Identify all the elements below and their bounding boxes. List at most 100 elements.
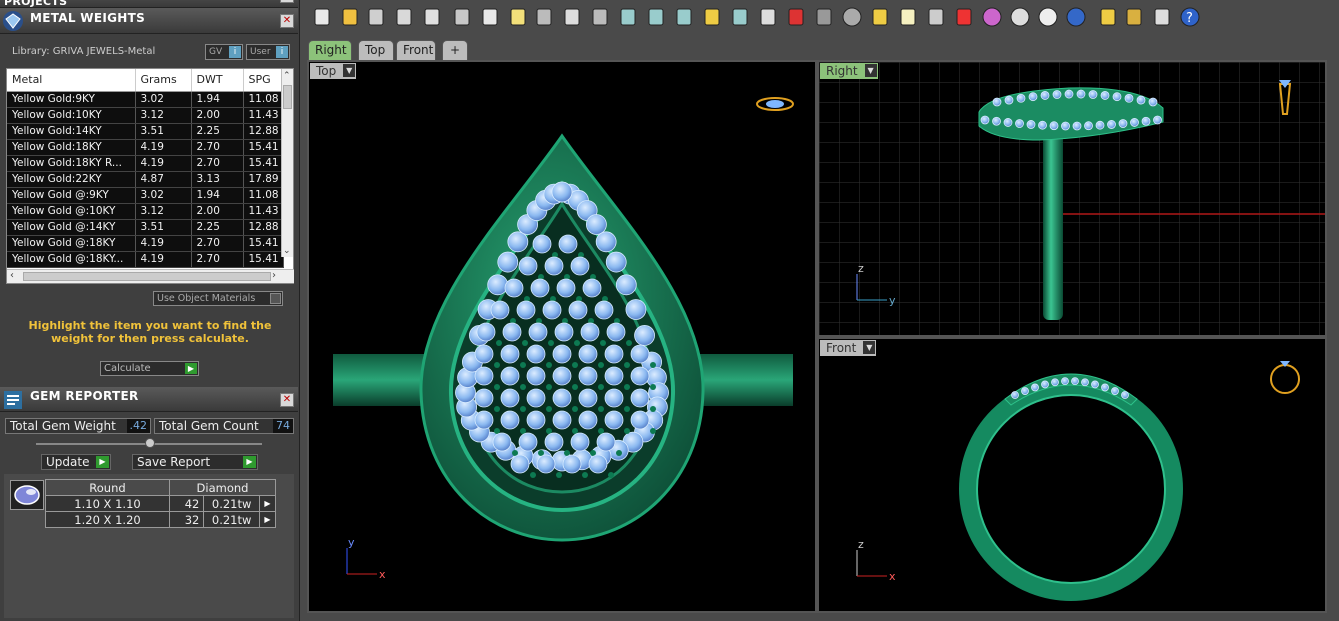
column-header[interactable]: Grams (135, 69, 192, 92)
calculate-button[interactable]: Calculate ▶ (100, 361, 199, 376)
zoom-in-icon[interactable] (617, 6, 639, 28)
close-icon[interactable]: ✕ (280, 393, 294, 407)
close-icon[interactable]: ✕ (280, 14, 294, 28)
snap-icon[interactable] (869, 6, 891, 28)
rendered-sphere-icon[interactable] (1037, 6, 1059, 28)
circle-target-icon[interactable] (841, 6, 863, 28)
metal-name-cell: Yellow Gold @:10KY (7, 203, 136, 220)
scroll-down-icon[interactable]: ⌄ (283, 246, 291, 256)
spg-cell: 11.43 (243, 203, 284, 220)
table-row[interactable]: Yellow Gold @:18KY 4.19 2.70 15.41 (7, 235, 284, 252)
scroll-thumb[interactable] (283, 85, 292, 109)
pan-hand-icon[interactable] (561, 6, 583, 28)
use-object-materials-checkbox[interactable]: Use Object Materials (153, 291, 283, 306)
help-icon[interactable]: ? (1179, 6, 1201, 28)
scroll-right-icon[interactable]: › (272, 270, 276, 281)
table-row[interactable]: Yellow Gold:18KY 4.19 2.70 15.41 (7, 139, 284, 156)
play-arrow-icon: ▶ (96, 456, 109, 468)
update-button[interactable]: Update ▶ (41, 454, 111, 470)
scroll-thumb[interactable] (23, 272, 271, 281)
open-folder-icon[interactable] (339, 6, 361, 28)
right-viewport[interactable]: z y Right ▼ (817, 60, 1327, 337)
blue-sphere-icon[interactable] (1065, 6, 1087, 28)
top-viewport[interactable]: y x Top ▼ (307, 60, 817, 613)
print-icon[interactable] (393, 6, 415, 28)
copy-icon[interactable] (479, 6, 501, 28)
export-icon[interactable] (421, 6, 443, 28)
user-toggle[interactable]: User ⅰ (246, 44, 290, 60)
color-wheel-icon[interactable] (981, 6, 1003, 28)
new-file-icon[interactable] (311, 6, 333, 28)
checkbox-icon[interactable] (270, 293, 281, 304)
tab-front[interactable]: Front (396, 40, 436, 60)
undo-icon[interactable] (533, 6, 555, 28)
cut-icon[interactable] (451, 6, 473, 28)
metal-name-cell: Yellow Gold:18KY (7, 139, 136, 156)
column-header[interactable]: DWT (191, 69, 244, 92)
scroll-up-icon[interactable]: ⌃ (283, 71, 291, 81)
table-row[interactable]: Yellow Gold @:14KY 3.51 2.25 12.88 (7, 219, 284, 236)
view-cube-icon[interactable] (756, 97, 794, 111)
table-row[interactable]: Yellow Gold:9KY 3.02 1.94 11.08 (7, 91, 284, 108)
four-viewports-icon[interactable] (757, 6, 779, 28)
table-row[interactable]: Yellow Gold @:9KY 3.02 1.94 11.08 (7, 187, 284, 204)
settings-gear-icon[interactable] (1123, 6, 1145, 28)
zoom-selected-icon[interactable] (701, 6, 723, 28)
table-row[interactable]: Yellow Gold:10KY 3.12 2.00 11.43 (7, 107, 284, 124)
size-slider-knob[interactable] (145, 438, 155, 448)
grams-cell: 3.02 (135, 91, 192, 108)
play-arrow-icon[interactable]: ▶ (258, 495, 277, 512)
add-tab-button[interactable]: + (442, 40, 468, 60)
rotate-view-icon[interactable] (729, 6, 751, 28)
table-row[interactable]: Yellow Gold:14KY 3.51 2.25 12.88 (7, 123, 284, 140)
dwt-cell: 2.70 (191, 139, 244, 156)
shaded-sphere-icon[interactable] (1009, 6, 1031, 28)
save-icon[interactable] (365, 6, 387, 28)
metal-name-cell: Yellow Gold:22KY (7, 171, 136, 188)
dwt-cell: 2.00 (191, 203, 244, 220)
paste-icon[interactable] (507, 6, 529, 28)
grams-cell: 4.87 (135, 171, 192, 188)
right-viewport-label[interactable]: Right ▼ (820, 63, 878, 79)
layer-icon[interactable] (953, 6, 975, 28)
table-row[interactable]: Yellow Gold:18KY R... 4.19 2.70 15.41 (7, 155, 284, 172)
gem-row[interactable]: 1.20 X 1.20 32 0.21tw ▶ (45, 511, 277, 528)
zoom-extents-icon[interactable] (673, 6, 695, 28)
gem-reporter-header: GEM REPORTER ✕ (0, 387, 298, 412)
hidden-icon[interactable] (813, 6, 835, 28)
tab-top[interactable]: Top (358, 40, 394, 60)
view-cube-icon[interactable] (1270, 361, 1300, 394)
lightbulb-icon[interactable] (897, 6, 919, 28)
pen-icon[interactable] (1097, 6, 1119, 28)
table-row[interactable]: Yellow Gold @:18KY... 4.19 2.70 15.41 (7, 251, 284, 268)
save-report-button[interactable]: Save Report ▶ (132, 454, 258, 470)
front-viewport[interactable]: z x Front ▼ (817, 337, 1327, 613)
zoom-window-icon[interactable] (645, 6, 667, 28)
table-row[interactable]: Yellow Gold:22KY 4.87 3.13 17.89 (7, 171, 284, 188)
grams-cell: 4.19 (135, 155, 192, 172)
dimension-icon[interactable] (1151, 6, 1173, 28)
car-icon[interactable] (785, 6, 807, 28)
chevron-down-icon[interactable]: ▼ (343, 64, 356, 77)
spg-cell: 15.41 (243, 155, 284, 172)
move-icon[interactable] (589, 6, 611, 28)
scroll-left-icon[interactable]: ‹ (10, 270, 14, 281)
lock-icon[interactable] (925, 6, 947, 28)
column-header[interactable]: SPG (243, 69, 284, 92)
projects-header[interactable]: PROJECTS ✕ (0, 0, 298, 8)
column-header[interactable]: Metal (7, 69, 136, 92)
horizontal-scrollbar[interactable]: ‹ › (7, 269, 294, 283)
chevron-down-icon[interactable]: ▼ (864, 64, 877, 77)
chevron-down-icon[interactable]: ▼ (863, 341, 876, 354)
play-arrow-icon[interactable]: ▶ (258, 511, 277, 528)
tab-right[interactable]: Right (308, 40, 352, 60)
vertical-scrollbar[interactable]: ⌃ ⌄ (281, 69, 293, 257)
table-row[interactable]: Yellow Gold @:10KY 3.12 2.00 11.43 (7, 203, 284, 220)
front-viewport-label[interactable]: Front ▼ (820, 340, 877, 356)
metal-name-cell: Yellow Gold @:14KY (7, 219, 136, 236)
top-viewport-label[interactable]: Top ▼ (310, 63, 357, 79)
close-icon[interactable]: ✕ (280, 0, 294, 3)
metal-name-cell: Yellow Gold:18KY R... (7, 155, 136, 172)
gv-toggle[interactable]: GV ⅰ (205, 44, 243, 60)
gem-row[interactable]: 1.10 X 1.10 42 0.21tw ▶ (45, 495, 277, 512)
